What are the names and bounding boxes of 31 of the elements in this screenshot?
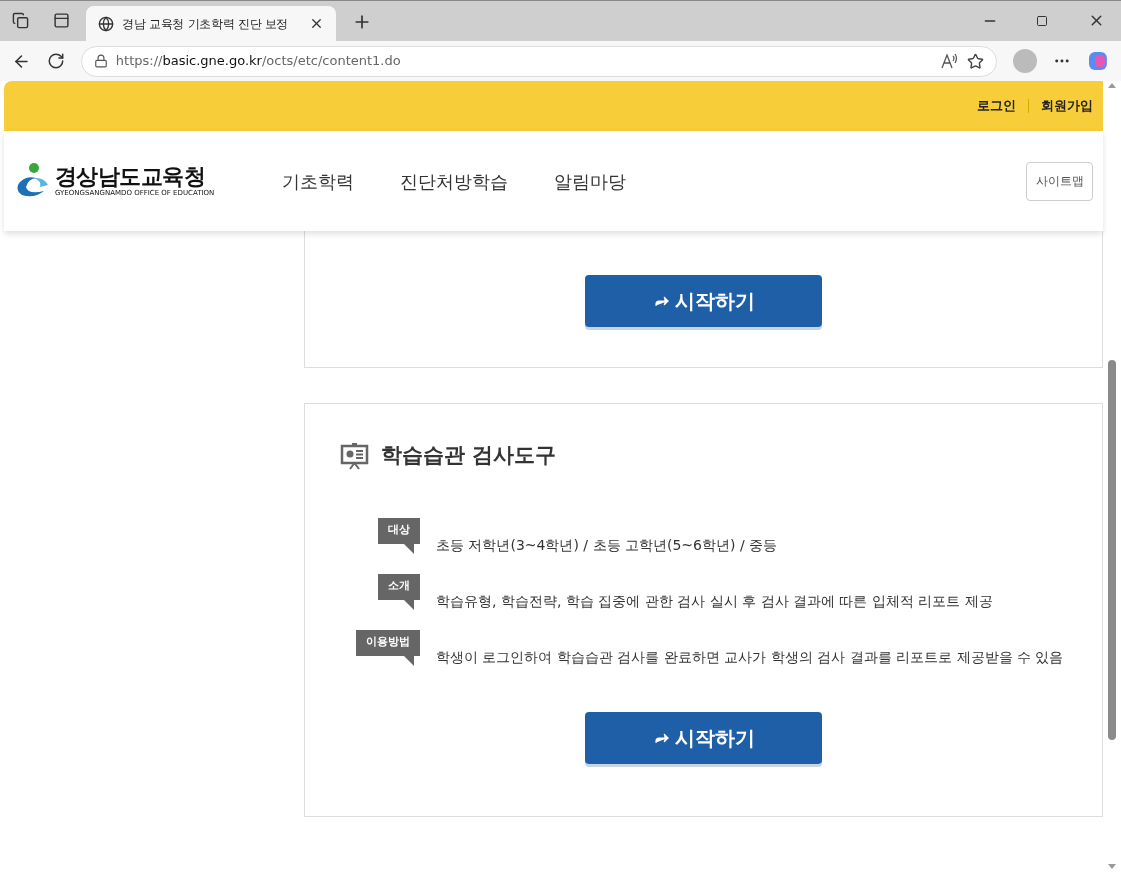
- url-text: https://basic.gne.go.kr/octs/etc/content1.do: [115, 52, 402, 71]
- nav-link[interactable]: 알림마당: [554, 167, 627, 195]
- speech-bubble-label: 대상: [378, 517, 420, 554]
- tab-title: 경남 교육청 기초학력 진단 보정: [122, 15, 290, 33]
- copilot-icon[interactable]: [1087, 50, 1109, 72]
- address-bar[interactable]: https://basic.gne.go.kr/octs/etc/content1.do: [80, 45, 998, 77]
- tabs-icon[interactable]: [12, 12, 29, 29]
- start-button[interactable]: 시작하기: [585, 275, 822, 327]
- start-button[interactable]: 시작하기: [585, 711, 822, 764]
- nav-link[interactable]: 기초학력: [282, 167, 355, 195]
- reload-icon[interactable]: [46, 52, 65, 70]
- close-icon[interactable]: [309, 16, 324, 31]
- presentation-board-icon: [340, 441, 369, 470]
- signup-link[interactable]: 회원가입: [1041, 96, 1093, 116]
- favorite-star-icon[interactable]: [967, 52, 985, 70]
- maximize-icon[interactable]: [1036, 15, 1048, 27]
- speech-bubble-label: 소개: [378, 573, 420, 610]
- description-text: 초등 저학년(3~4학년) / 초등 고학년(5~6학년) / 중등: [436, 535, 778, 555]
- section-title: 학습습관 검사도구: [381, 442, 557, 469]
- globe-icon: [98, 15, 114, 32]
- nav-link[interactable]: 진단처방학습: [400, 167, 509, 195]
- sitemap-button[interactable]: 사이트맵: [1026, 161, 1093, 201]
- read-aloud-icon[interactable]: [941, 53, 960, 69]
- browser-tab[interactable]: 경남 교육청 기초학력 진단 보정: [86, 6, 336, 41]
- description-text: 학습유형, 학습전략, 학습 집중에 관한 검사 실시 후 검사 결과에 따른 입체적 리포트 제공: [436, 591, 993, 611]
- description-text: 학생이 로그인하여 학습습관 검사를 완료하면 교사가 학생의 검사 결과를 리포트로 제공받을 수 있음: [436, 647, 1064, 667]
- login-link[interactable]: 로그인: [977, 96, 1016, 116]
- logo-title[interactable]: 경상남도교육청: [55, 164, 215, 189]
- speech-bubble-label: 이용방법: [356, 629, 420, 666]
- sidebar-icon[interactable]: [53, 12, 70, 29]
- lock-icon: [93, 54, 108, 68]
